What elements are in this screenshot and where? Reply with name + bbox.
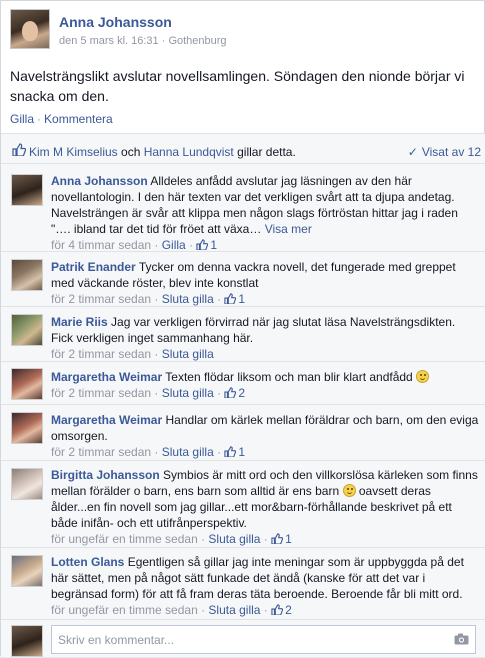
post-location[interactable]: Gothenburg bbox=[168, 35, 226, 47]
likes-text: Kim M Kimselius och Hanna Lundqvist gill… bbox=[29, 145, 296, 159]
commenter-avatar[interactable] bbox=[11, 259, 43, 291]
comment-timestamp[interactable]: för 4 timmar sedan bbox=[51, 238, 151, 252]
commenter-name[interactable]: Marie Riis bbox=[51, 315, 108, 329]
commenter-name[interactable]: Lotten Glans bbox=[51, 555, 124, 569]
comment-timestamp[interactable]: för 2 timmar sedan bbox=[51, 386, 151, 400]
commenter-avatar[interactable] bbox=[11, 412, 43, 444]
comment-unlike-button[interactable]: Sluta gilla bbox=[162, 347, 214, 361]
author-avatar[interactable] bbox=[10, 9, 50, 49]
comment-timestamp[interactable]: för ungefär en timme sedan bbox=[51, 603, 198, 617]
thumbs-up-icon bbox=[224, 446, 237, 457]
checkmark-icon: ✓ bbox=[407, 145, 418, 159]
see-more-link[interactable]: Visa mer bbox=[265, 222, 312, 236]
feedback-section: Kim M Kimselius och Hanna Lundqvist gill… bbox=[1, 133, 485, 657]
comment-like-count[interactable]: 2 bbox=[238, 386, 245, 400]
thumbs-up-icon bbox=[271, 533, 284, 544]
smiley-emoji-icon bbox=[416, 370, 430, 383]
likes-summary: Kim M Kimselius och Hanna Lundqvist gill… bbox=[1, 138, 485, 164]
comment-text: Texten flödar liksom och man blir klart … bbox=[165, 370, 413, 384]
thumbs-up-icon bbox=[224, 387, 237, 398]
thumbs-up-icon bbox=[196, 239, 209, 250]
comment-like-count[interactable]: 1 bbox=[210, 238, 217, 252]
comment-item: Margaretha Weimar Handlar om kärlek mell… bbox=[1, 405, 485, 461]
comment-item: Birgitta Johansson Symbios är mitt ord o… bbox=[1, 461, 485, 548]
camera-icon[interactable] bbox=[454, 633, 469, 645]
post-timestamp[interactable]: den 5 mars kl. 16:31 bbox=[59, 35, 159, 47]
commenter-name[interactable]: Margaretha Weimar bbox=[51, 413, 162, 427]
comment-unlike-button[interactable]: Sluta gilla bbox=[162, 292, 214, 306]
comment-composer bbox=[1, 622, 485, 658]
comment-unlike-button[interactable]: Sluta gilla bbox=[208, 532, 260, 546]
post-meta: den 5 mars kl. 16:31 · Gothenburg bbox=[59, 35, 227, 47]
liker-name[interactable]: Kim M Kimselius bbox=[29, 145, 118, 159]
commenter-name[interactable]: Anna Johansson bbox=[51, 174, 148, 188]
comment-text: Jag var verkligen förvirrad när jag slut… bbox=[51, 315, 456, 345]
commenter-name[interactable]: Patrik Enander bbox=[51, 260, 136, 274]
comment-timestamp[interactable]: för ungefär en timme sedan bbox=[51, 532, 198, 546]
comment-unlike-button[interactable]: Sluta gilla bbox=[162, 445, 214, 459]
comment-like-button[interactable]: Gilla bbox=[162, 238, 186, 252]
comment-meta: för 4 timmar sedan · Gilla · 1 bbox=[51, 238, 218, 252]
comment-input[interactable] bbox=[51, 625, 476, 654]
comment-button[interactable]: Kommentera bbox=[44, 112, 113, 126]
comment-like-count[interactable]: 1 bbox=[285, 532, 292, 546]
comment-like-count[interactable]: 2 bbox=[285, 603, 292, 617]
comment-unlike-button[interactable]: Sluta gilla bbox=[208, 603, 260, 617]
commenter-avatar[interactable] bbox=[11, 174, 43, 206]
comment-meta: för ungefär en timme sedan · Sluta gilla… bbox=[51, 532, 292, 546]
commenter-name[interactable]: Birgitta Johansson bbox=[51, 468, 160, 482]
comment-meta: för ungefär en timme sedan · Sluta gilla… bbox=[51, 603, 292, 617]
post-actions: Gilla · Kommentera bbox=[10, 112, 113, 126]
commenter-avatar[interactable] bbox=[11, 368, 43, 400]
comment-item: Marie Riis Jag var verkligen förvirrad n… bbox=[1, 307, 485, 362]
comment-timestamp[interactable]: för 2 timmar sedan bbox=[51, 347, 151, 361]
comment-timestamp[interactable]: för 2 timmar sedan bbox=[51, 445, 151, 459]
comment-like-count[interactable]: 1 bbox=[238, 445, 245, 459]
commenter-avatar[interactable] bbox=[11, 314, 43, 346]
liker-name[interactable]: Hanna Lundqvist bbox=[144, 145, 234, 159]
comment-meta: för 2 timmar sedan · Sluta gilla · 1 bbox=[51, 292, 246, 306]
comment-timestamp[interactable]: för 2 timmar sedan bbox=[51, 292, 151, 306]
smiley-emoji-icon bbox=[342, 484, 356, 497]
comment-unlike-button[interactable]: Sluta gilla bbox=[162, 386, 214, 400]
comment-meta: för 2 timmar sedan · Sluta gilla · 1 bbox=[51, 445, 246, 459]
commenter-name[interactable]: Margaretha Weimar bbox=[51, 370, 162, 384]
seen-by-link[interactable]: ✓ Visat av 12 bbox=[408, 145, 481, 159]
post-author-name[interactable]: Anna Johansson bbox=[59, 14, 172, 30]
thumbs-up-icon bbox=[224, 293, 237, 304]
current-user-avatar bbox=[11, 625, 43, 657]
commenter-avatar[interactable] bbox=[11, 555, 43, 587]
comment-item: Margaretha Weimar Texten flödar liksom o… bbox=[1, 362, 485, 405]
comment-item: Lotten Glans Egentligen så gillar jag in… bbox=[1, 548, 485, 620]
comment-item: Patrik Enander Tycker om denna vackra no… bbox=[1, 252, 485, 307]
commenter-avatar[interactable] bbox=[11, 468, 43, 500]
comment-item: Anna Johansson Alldeles anfådd avslutar … bbox=[1, 165, 485, 252]
comment-like-count[interactable]: 1 bbox=[238, 292, 245, 306]
thumbs-up-icon bbox=[12, 143, 26, 156]
post-card: Anna Johansson den 5 mars kl. 16:31 · Go… bbox=[0, 0, 485, 657]
post-text: Navelsträngslikt avslutar novellsamlinge… bbox=[10, 68, 465, 104]
thumbs-up-icon bbox=[271, 604, 284, 615]
like-button[interactable]: Gilla bbox=[10, 112, 34, 126]
comment-meta: för 2 timmar sedan · Sluta gilla · 2 bbox=[51, 386, 246, 400]
comment-meta: för 2 timmar sedan · Sluta gilla bbox=[51, 347, 214, 361]
post-header: Anna Johansson den 5 mars kl. 16:31 · Go… bbox=[10, 9, 470, 53]
